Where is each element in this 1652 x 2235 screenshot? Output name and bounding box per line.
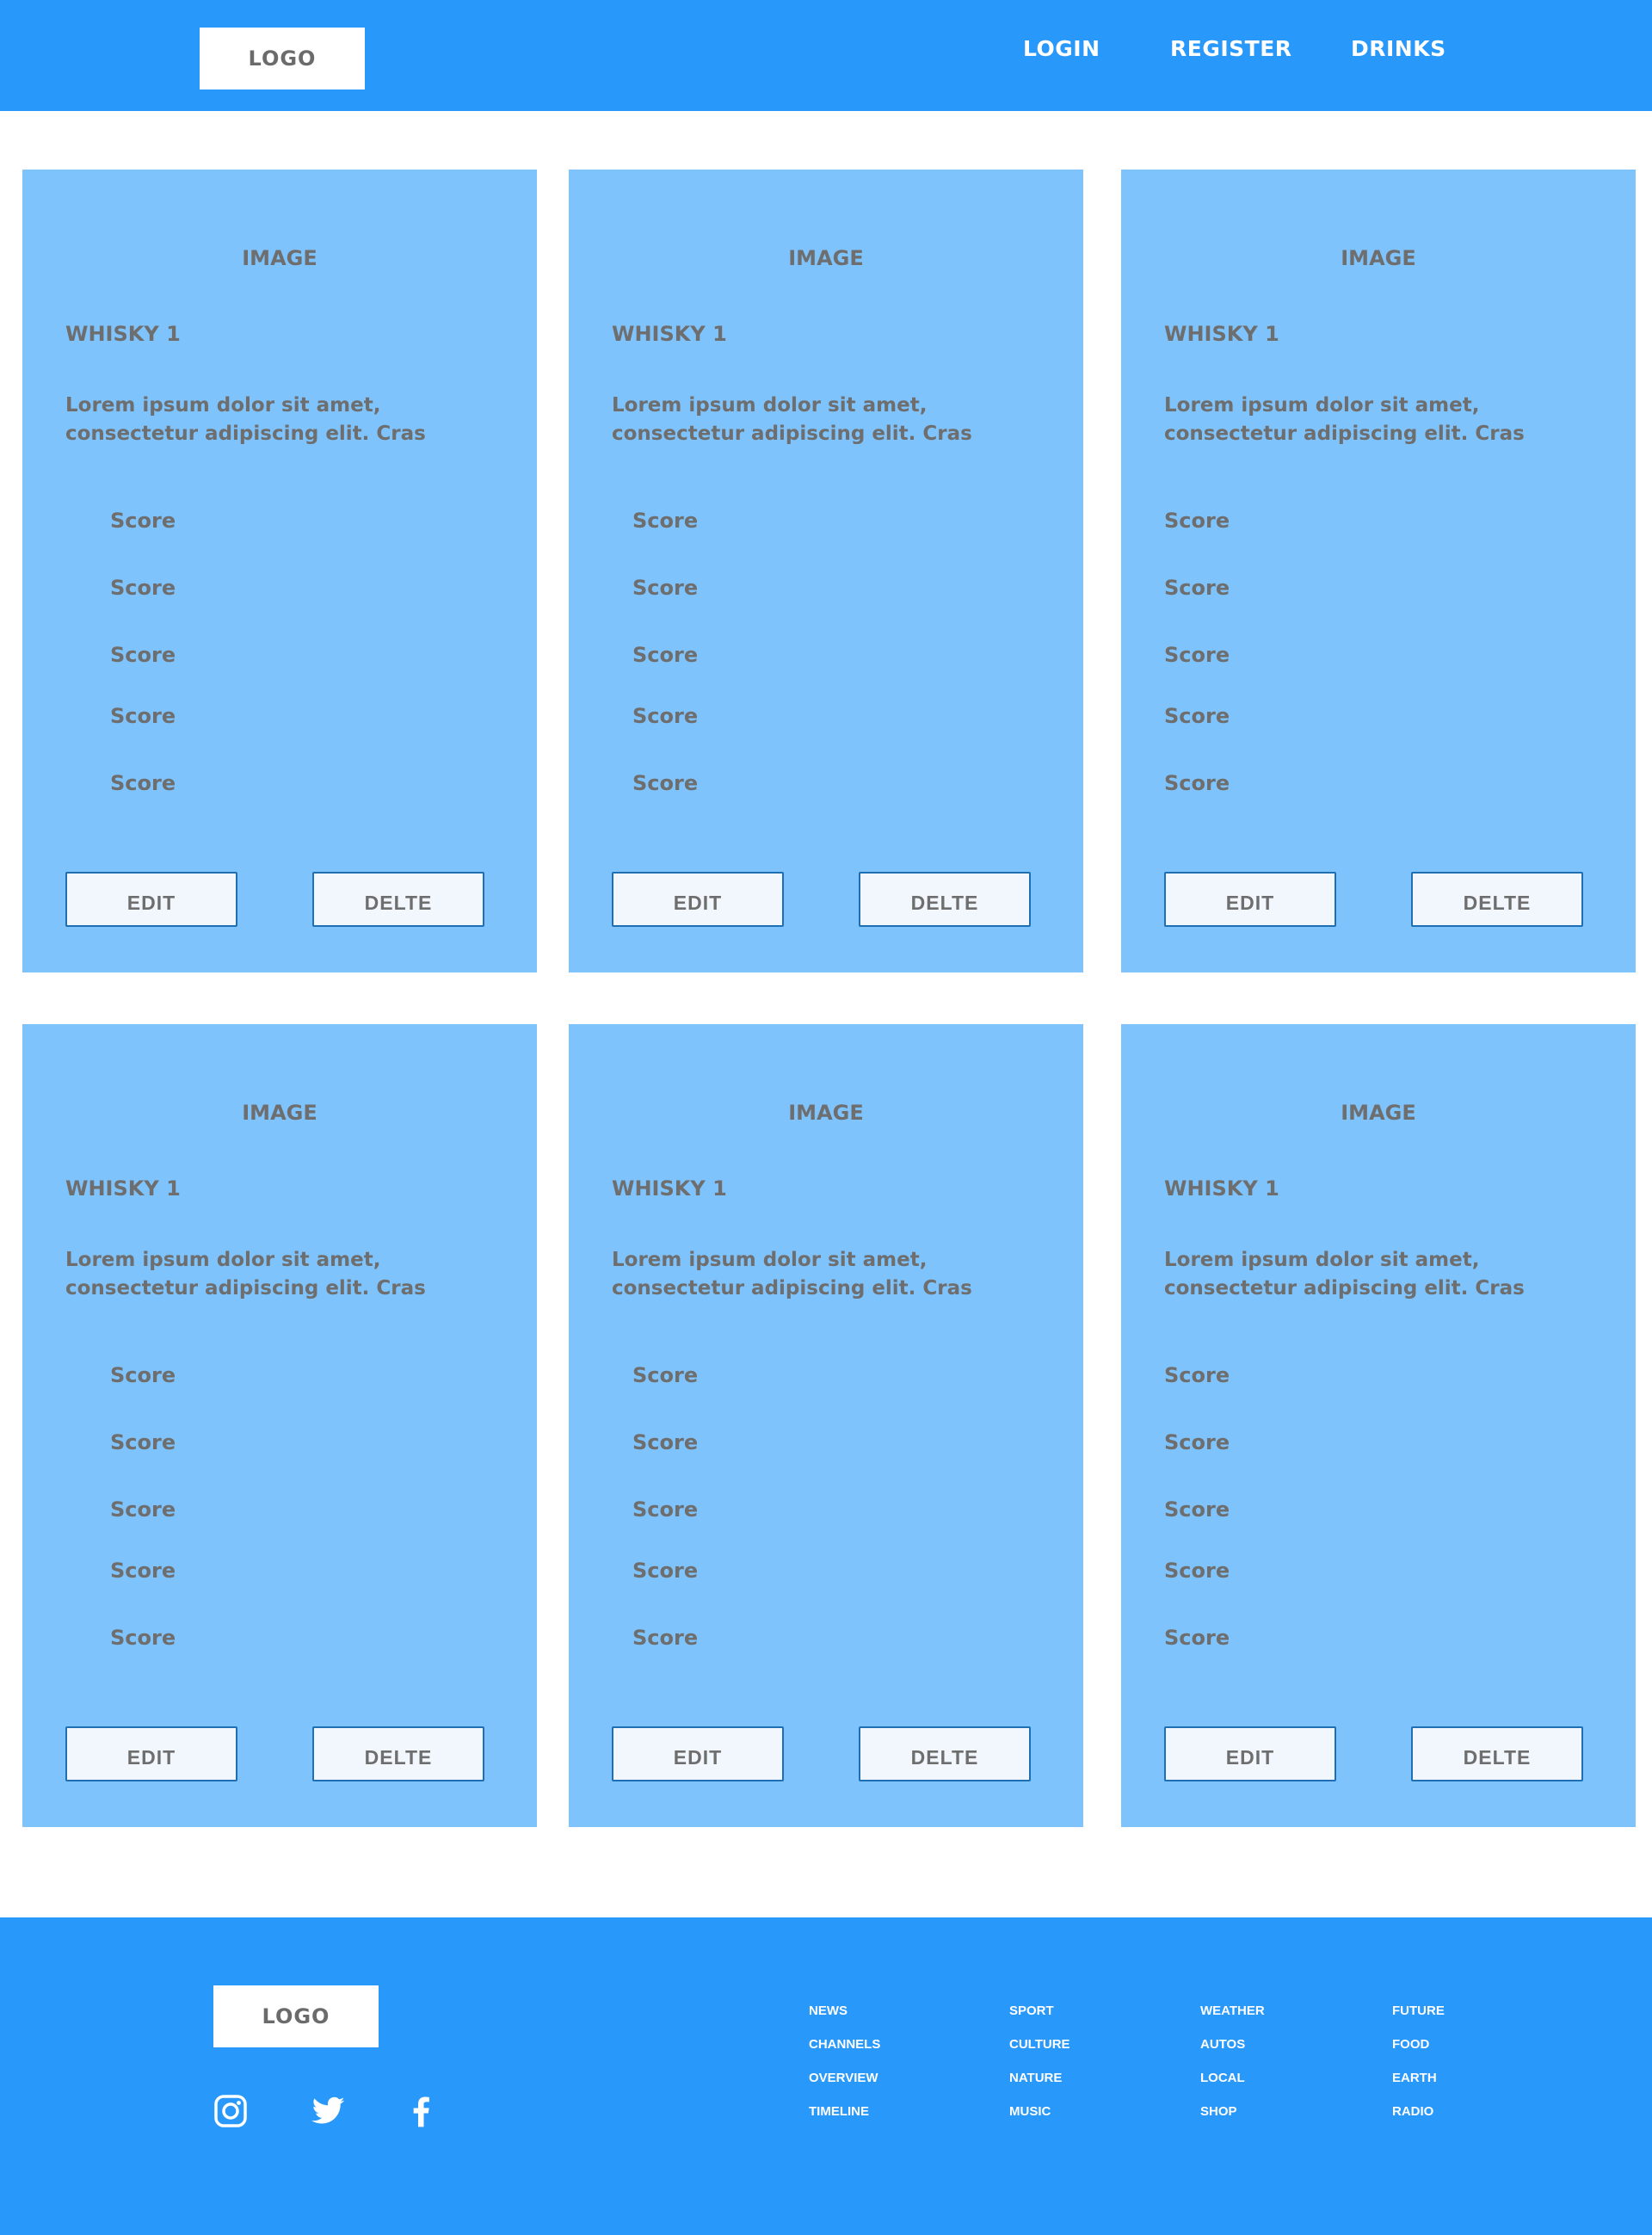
card-image-placeholder: IMAGE bbox=[788, 246, 864, 270]
score-label: Score bbox=[1164, 1497, 1230, 1522]
card-image-placeholder: IMAGE bbox=[242, 246, 317, 270]
nav-login[interactable]: LOGIN bbox=[1023, 36, 1100, 61]
score-label: Score bbox=[110, 1430, 176, 1454]
edit-button[interactable]: EDIT bbox=[612, 1726, 784, 1781]
card-description: Lorem ipsum dolor sit amet, consectetur … bbox=[65, 1249, 426, 1300]
score-label: Score bbox=[110, 509, 176, 533]
card-description: Lorem ipsum dolor sit amet, consectetur … bbox=[1164, 1249, 1525, 1300]
footer-link-music[interactable]: MUSIC bbox=[1009, 2104, 1051, 2119]
card-image-placeholder: IMAGE bbox=[1341, 246, 1416, 270]
score-label: Score bbox=[110, 643, 176, 667]
score-label: Score bbox=[1164, 576, 1230, 600]
footer-link-local[interactable]: LOCAL bbox=[1200, 2071, 1245, 2085]
score-label: Score bbox=[1164, 1363, 1230, 1387]
score-label: Score bbox=[632, 1497, 699, 1522]
drink-card: IMAGE WHISKY 1 Lorem ipsum dolor sit amet,… bbox=[569, 1024, 1083, 1827]
card-image-placeholder: IMAGE bbox=[1341, 1101, 1416, 1125]
drink-card: IMAGE WHISKY 1 Lorem ipsum dolor sit amet,… bbox=[22, 170, 537, 972]
score-label: Score bbox=[110, 576, 176, 600]
footer-link-autos[interactable]: AUTOS bbox=[1200, 2037, 1245, 2052]
footer-link-shop[interactable]: SHOP bbox=[1200, 2104, 1237, 2119]
twitter-icon[interactable] bbox=[311, 2094, 346, 2128]
site-header: LOGO LOGIN REGISTER DRINKS bbox=[0, 0, 1652, 111]
card-title: WHISKY 1 bbox=[1164, 322, 1279, 346]
card-title: WHISKY 1 bbox=[65, 322, 181, 346]
score-label: Score bbox=[110, 1559, 176, 1583]
delete-button[interactable]: DELTE bbox=[859, 872, 1031, 927]
score-label: Score bbox=[632, 771, 699, 795]
score-label: Score bbox=[110, 1363, 176, 1387]
card-description: Lorem ipsum dolor sit amet, consectetur … bbox=[612, 1249, 972, 1300]
score-label: Score bbox=[1164, 771, 1230, 795]
footer-link-nature[interactable]: NATURE bbox=[1009, 2071, 1062, 2085]
edit-button[interactable]: EDIT bbox=[65, 872, 237, 927]
instagram-icon[interactable] bbox=[213, 2094, 248, 2128]
footer-link-timeline[interactable]: TIMELINE bbox=[809, 2104, 869, 2119]
footer-link-overview[interactable]: OVERVIEW bbox=[809, 2071, 878, 2085]
score-label: Score bbox=[632, 643, 699, 667]
score-label: Score bbox=[110, 1497, 176, 1522]
edit-button[interactable]: EDIT bbox=[1164, 872, 1336, 927]
score-label: Score bbox=[632, 509, 699, 533]
score-label: Score bbox=[632, 1363, 699, 1387]
card-title: WHISKY 1 bbox=[612, 322, 727, 346]
header-logo[interactable]: LOGO bbox=[200, 28, 365, 90]
card-title: WHISKY 1 bbox=[1164, 1176, 1279, 1201]
delete-button[interactable]: DELTE bbox=[859, 1726, 1031, 1781]
score-label: Score bbox=[632, 1626, 699, 1650]
card-image-placeholder: IMAGE bbox=[788, 1101, 864, 1125]
footer-link-food[interactable]: FOOD bbox=[1392, 2037, 1429, 2052]
score-label: Score bbox=[1164, 704, 1230, 728]
card-title: WHISKY 1 bbox=[65, 1176, 181, 1201]
delete-button[interactable]: DELTE bbox=[1411, 1726, 1583, 1781]
card-image-placeholder: IMAGE bbox=[242, 1101, 317, 1125]
delete-button[interactable]: DELTE bbox=[312, 872, 484, 927]
score-label: Score bbox=[110, 1626, 176, 1650]
footer-link-culture[interactable]: CULTURE bbox=[1009, 2037, 1070, 2052]
card-description: Lorem ipsum dolor sit amet, consectetur … bbox=[65, 394, 426, 445]
edit-button[interactable]: EDIT bbox=[1164, 1726, 1336, 1781]
footer-link-news[interactable]: NEWS bbox=[809, 2003, 848, 2018]
edit-button[interactable]: EDIT bbox=[612, 872, 784, 927]
footer-link-sport[interactable]: SPORT bbox=[1009, 2003, 1054, 2018]
card-description: Lorem ipsum dolor sit amet, consectetur … bbox=[1164, 394, 1525, 445]
score-label: Score bbox=[632, 1559, 699, 1583]
footer-link-radio[interactable]: RADIO bbox=[1392, 2104, 1433, 2119]
footer-link-channels[interactable]: CHANNELS bbox=[809, 2037, 880, 2052]
score-label: Score bbox=[632, 1430, 699, 1454]
drink-card: IMAGE WHISKY 1 Lorem ipsum dolor sit amet,… bbox=[1121, 170, 1636, 972]
drink-card: IMAGE WHISKY 1 Lorem ipsum dolor sit amet,… bbox=[1121, 1024, 1636, 1827]
card-title: WHISKY 1 bbox=[612, 1176, 727, 1201]
site-footer: LOGO NEWS CHANNELS OVERVIEW TIMELINE SPORT CU… bbox=[0, 1917, 1652, 2235]
score-label: Score bbox=[632, 704, 699, 728]
score-label: Score bbox=[110, 704, 176, 728]
footer-logo[interactable]: LOGO bbox=[213, 1985, 379, 2047]
score-label: Score bbox=[1164, 1430, 1230, 1454]
score-label: Score bbox=[110, 771, 176, 795]
nav-register[interactable]: REGISTER bbox=[1170, 36, 1292, 61]
footer-link-future[interactable]: FUTURE bbox=[1392, 2003, 1445, 2018]
drink-card: IMAGE WHISKY 1 Lorem ipsum dolor sit amet,… bbox=[22, 1024, 537, 1827]
delete-button[interactable]: DELTE bbox=[312, 1726, 484, 1781]
score-label: Score bbox=[1164, 643, 1230, 667]
score-label: Score bbox=[1164, 1626, 1230, 1650]
score-label: Score bbox=[632, 576, 699, 600]
score-label: Score bbox=[1164, 1559, 1230, 1583]
facebook-icon[interactable] bbox=[404, 2094, 439, 2128]
card-description: Lorem ipsum dolor sit amet, consectetur … bbox=[612, 394, 972, 445]
edit-button[interactable]: EDIT bbox=[65, 1726, 237, 1781]
score-label: Score bbox=[1164, 509, 1230, 533]
footer-link-weather[interactable]: WEATHER bbox=[1200, 2003, 1265, 2018]
nav-drinks[interactable]: DRINKS bbox=[1351, 36, 1446, 61]
delete-button[interactable]: DELTE bbox=[1411, 872, 1583, 927]
drink-card: IMAGE WHISKY 1 Lorem ipsum dolor sit amet,… bbox=[569, 170, 1083, 972]
footer-link-earth[interactable]: EARTH bbox=[1392, 2071, 1437, 2085]
